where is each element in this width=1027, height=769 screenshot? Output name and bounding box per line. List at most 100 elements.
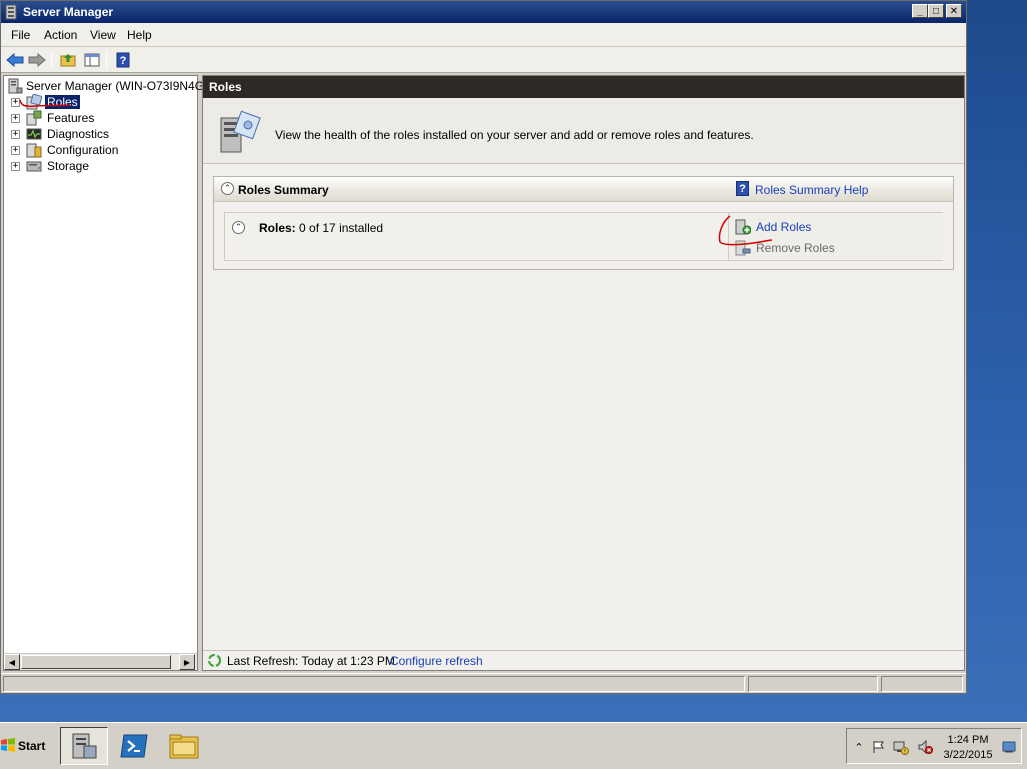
add-roles-link: Add Roles [756,220,812,234]
minimize-icon: _ [917,5,923,17]
system-clock[interactable]: 1:24 PM 3/22/2015 [943,733,993,763]
show-desktop-icon[interactable] [1001,739,1017,755]
add-roles-icon [735,219,752,235]
minimize-button[interactable]: _ [912,4,928,18]
roles-summary-title: Roles Summary [238,183,329,197]
notification-area: ⌃ ! 1:24 PM 3/22/2015 [846,728,1022,764]
expand-icon[interactable]: + [11,114,20,123]
tree-item-roles[interactable]: + Roles [4,93,197,110]
collapse-up-icon[interactable]: ⌃ [221,182,234,195]
scroll-left-button[interactable]: ◀ [4,654,20,670]
roles-label: Roles: [259,221,296,235]
network-icon[interactable]: ! [893,739,909,755]
up-folder-icon [60,54,76,67]
start-label: Start [18,739,46,753]
horizontal-scrollbar[interactable]: ◀ ▶ [4,653,197,670]
folder-icon [169,734,199,759]
powershell-icon [120,734,148,758]
status-panel [3,676,745,692]
maximize-icon: □ [932,5,940,17]
toolbar: ? [1,47,966,73]
refresh-status-bar: Last Refresh: Today at 1:23 PM Configure… [203,650,964,670]
tree-label-features: Features [47,111,95,125]
tree-item-diagnostics[interactable]: + Diagnostics [4,126,197,142]
show-hidden-icons-icon[interactable]: ⌃ [851,739,867,755]
scroll-thumb[interactable] [21,655,171,669]
remove-roles-action: Remove Roles [735,240,935,256]
forward-button[interactable] [27,50,47,70]
scroll-left-icon: ◀ [8,657,16,667]
console-tree-icon [84,53,100,67]
intro-description: View the health of the roles installed o… [275,128,754,142]
menu-action[interactable]: Action [44,28,77,42]
title-bar[interactable]: Server Manager _ □ ✕ [1,1,966,23]
diagnostics-icon [26,126,42,142]
configure-refresh-link[interactable]: Configure refresh [390,654,483,668]
toolbar-separator [106,51,107,69]
server-manager-window: Server Manager _ □ ✕ File Action View He… [0,0,967,694]
expand-icon[interactable]: + [11,98,20,107]
roles-summary-header[interactable]: ⌃ Roles Summary ? Roles Summary Help [214,177,953,202]
forward-arrow-icon [28,53,46,67]
menu-file[interactable]: File [11,28,30,42]
scroll-right-button[interactable]: ▶ [179,654,195,670]
last-refresh-text: Last Refresh: Today at 1:23 PM [227,654,395,668]
menu-view[interactable]: View [90,28,116,42]
remove-roles-link: Remove Roles [756,241,835,255]
intro-banner: View the health of the roles installed o… [203,98,964,164]
window-status-bar [1,673,966,693]
taskbar-server-manager[interactable] [60,727,108,765]
tree-item-server-manager[interactable]: Server Manager (WIN-O73I9N4G7: [4,78,214,94]
clock-date: 3/22/2015 [943,749,993,761]
storage-icon [26,158,42,174]
console-tree: Server Manager (WIN-O73I9N4G7: + Roles +… [3,75,214,671]
taskbar: Start ⌃ ! 1:24 PM 3/22/2015 [0,722,1027,769]
configuration-icon [26,142,42,158]
tree-item-features[interactable]: + Features [4,110,197,126]
status-panel [748,676,878,692]
close-button[interactable]: ✕ [946,4,962,18]
windows-logo-icon [0,737,16,756]
scroll-right-icon: ▶ [183,657,191,667]
roles-pane: Roles View the health of the roles insta… [202,75,965,671]
clock-time: 1:24 PM [947,734,989,746]
taskbar-file-explorer[interactable] [160,727,208,765]
roles-actions: Add Roles Remove Roles [728,213,943,260]
window-title: Server Manager [23,5,114,19]
tree-label-diagnostics: Diagnostics [47,127,110,141]
roles-server-icon [217,108,265,156]
collapse-up-icon[interactable]: ⌃ [232,221,245,234]
up-level-button[interactable] [58,50,78,70]
action-center-flag-icon[interactable] [871,739,887,755]
add-roles-action[interactable]: Add Roles [735,219,935,235]
help-button[interactable]: ? [113,50,133,70]
maximize-button[interactable]: □ [928,4,944,18]
show-hide-console-tree-button[interactable] [82,50,102,70]
menu-help[interactable]: Help [127,28,152,42]
help-book-icon: ? [736,181,749,196]
expand-icon[interactable]: + [11,146,20,155]
volume-muted-icon[interactable] [917,739,933,755]
tree-label-root: Server Manager (WIN-O73I9N4G7: [26,79,215,93]
tree-item-storage[interactable]: + Storage [4,158,197,174]
taskbar-powershell[interactable] [110,727,158,765]
roles-summary-help-link[interactable]: Roles Summary Help [755,183,868,197]
server-manager-app-icon [5,4,19,20]
features-icon [26,110,42,126]
toolbar-separator [51,51,52,69]
expand-icon[interactable]: + [11,130,20,139]
back-arrow-icon [6,53,24,67]
pane-title: Roles [209,80,242,94]
remove-roles-icon [735,240,751,256]
pane-header: Roles [203,76,964,98]
status-panel [881,676,963,692]
roles-icon [26,93,43,110]
tree-label-roles: Roles [45,95,80,109]
tree-label-storage: Storage [47,159,90,173]
roles-count: Roles: 0 of 17 installed [259,221,383,235]
server-manager-taskbar-icon [72,733,97,759]
tree-item-configuration[interactable]: + Configuration [4,142,197,158]
expand-icon[interactable]: + [11,162,20,171]
back-button[interactable] [5,50,25,70]
start-button[interactable]: Start [0,728,52,764]
